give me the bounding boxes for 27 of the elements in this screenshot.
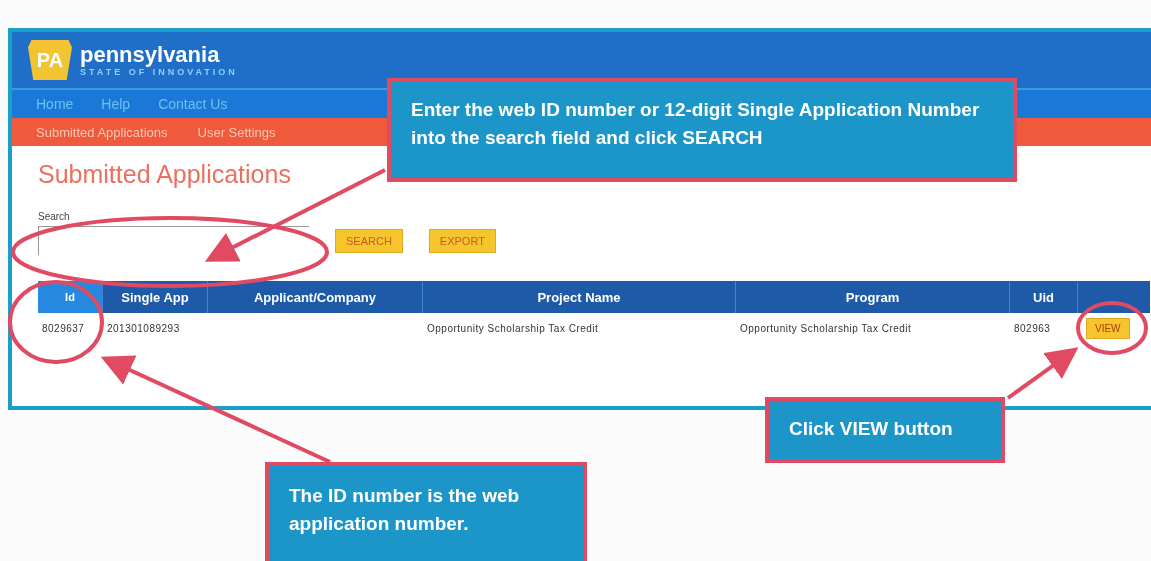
nav-link[interactable]: Contact Us [158, 96, 228, 112]
export-button[interactable]: EXPORT [428, 228, 496, 253]
keystone-logo: PA [28, 40, 72, 80]
view-button[interactable]: VIEW [1086, 318, 1130, 339]
subnav-link[interactable]: Submitted Applications [36, 124, 168, 140]
search-label: Search [38, 211, 70, 222]
column-header[interactable]: Uid [1010, 281, 1078, 313]
subnav-link[interactable]: User Settings [197, 124, 276, 140]
table-cell-text: 802963 [1013, 322, 1052, 336]
brand-name: pennsylvania [80, 43, 221, 67]
page-title: Submitted Applications [38, 160, 291, 189]
column-header[interactable]: Project Name [423, 281, 736, 313]
highlight-ellipse [1076, 301, 1148, 355]
table-cell-text: 8029637 [41, 322, 86, 336]
table-cell-text: Opportunity Scholarship Tax Credit [739, 322, 913, 336]
column-header[interactable]: Program [736, 281, 1010, 313]
callout-note: Click VIEW button [765, 397, 1005, 463]
table-cell-text: Opportunity Scholarship Tax Credit [426, 322, 600, 336]
column-header[interactable]: Applicant/Company [208, 281, 423, 313]
search-button[interactable]: SEARCH [335, 228, 403, 253]
callout-note: The ID number is the web application number. [265, 462, 587, 561]
callout-note: Enter the web ID number or 12-digit Single Application Number into the search field and click SEARCH [387, 78, 1017, 182]
tagline: STATE OF INNOVATION [80, 67, 238, 77]
nav-link[interactable]: Home [36, 96, 74, 112]
column-header [1078, 281, 1150, 313]
table-cell-text: 201301089293 [106, 322, 181, 336]
nav-link[interactable]: Help [101, 96, 131, 112]
